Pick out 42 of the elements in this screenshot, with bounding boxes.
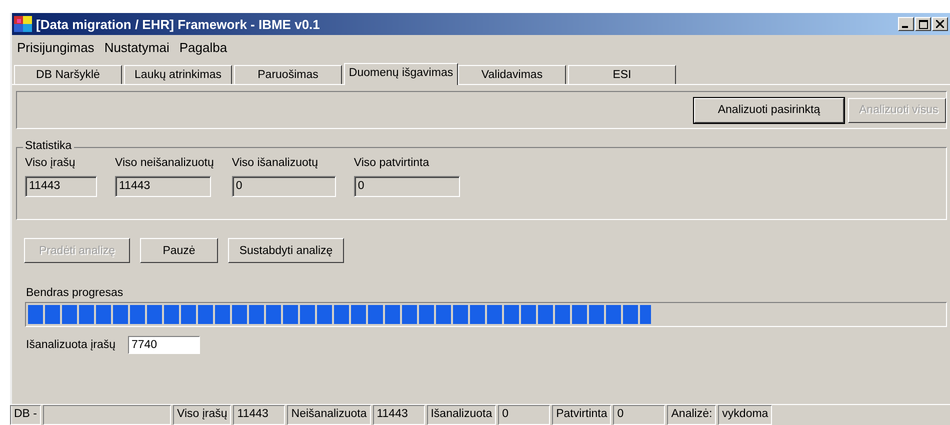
group-title: Statistika	[23, 140, 74, 152]
tab[interactable]: Paruošimas	[234, 65, 342, 84]
analyze-button[interactable]: Analizuoti pasirinktą	[694, 98, 844, 122]
tab[interactable]: Laukų atrinkimas	[124, 65, 232, 84]
field-label: Viso neišanalizuotų	[115, 157, 214, 169]
close-icon	[936, 20, 944, 28]
status-value: 0	[498, 405, 550, 425]
menu-item[interactable]: Pagalba	[178, 38, 232, 60]
tab[interactable]: Validavimas	[458, 65, 566, 84]
maximize-button[interactable]	[915, 17, 931, 31]
menu-item[interactable]: Nustatymai	[103, 38, 174, 60]
tab[interactable]: Duomenų išgavimas	[344, 63, 458, 85]
field-label: Viso įrašų	[25, 157, 76, 169]
status-value: 11443	[372, 405, 425, 425]
status-label: Patvirtinta	[552, 405, 612, 425]
close-button[interactable]	[932, 17, 948, 31]
status-value: vykdoma	[718, 405, 772, 425]
status-label: DB -	[10, 405, 41, 425]
progress-label: Bendras progresas	[26, 287, 124, 299]
field-label: Viso išanalizuotų	[232, 157, 319, 169]
minimize-button[interactable]	[898, 17, 914, 31]
tab[interactable]: ESI	[568, 65, 676, 84]
readonly-field: 11443	[25, 176, 97, 197]
field-label: Viso patvirtinta	[354, 157, 430, 169]
status-value: 11443	[233, 405, 286, 425]
readonly-field: 0	[354, 176, 460, 197]
field-label: Išanalizuota įrašų	[26, 339, 116, 351]
readonly-field: 0	[232, 176, 336, 197]
maximize-icon	[918, 20, 928, 28]
status-label: Neišanalizuota	[287, 405, 371, 425]
tab[interactable]: DB Naršyklė	[14, 65, 122, 84]
app-icon	[14, 16, 32, 32]
input-field[interactable]: 7740	[128, 336, 200, 354]
menu-item[interactable]: Prisijungimas	[16, 38, 100, 60]
window-title: [Data migration / EHR] Framework - IBME v0.1	[36, 16, 321, 32]
status-label: Viso įrašų	[173, 405, 232, 425]
status-label: Analizė:	[667, 405, 716, 425]
action-button[interactable]: Sustabdyti analizę	[228, 238, 344, 263]
readonly-field: 11443	[115, 176, 211, 197]
status-value: 0	[613, 405, 666, 425]
action-button[interactable]: Pauzė	[140, 238, 218, 263]
status-label: Išanalizuota	[426, 405, 496, 425]
